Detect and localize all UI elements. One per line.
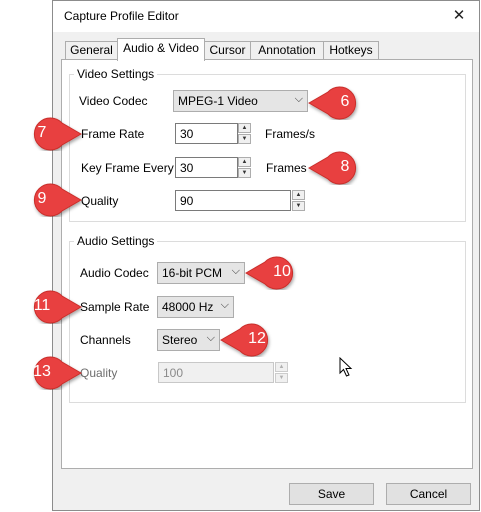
tab-strip: General Audio & Video Cursor Annotation … [61, 38, 473, 61]
key-frame-value: 30 [180, 161, 194, 175]
audio-codec-dropdown[interactable]: 16-bit PCM ⌵ [157, 262, 245, 284]
callout-10: 10 [243, 256, 307, 290]
video-codec-label: Video Codec [79, 94, 148, 108]
callout-11: 11 [20, 290, 84, 324]
tab-general[interactable]: General [65, 41, 118, 59]
callout-8: 8 [306, 151, 370, 185]
callout-number: 8 [340, 158, 350, 175]
video-quality-input[interactable]: 90 [175, 190, 291, 211]
key-frame-label: Key Frame Every [81, 161, 174, 175]
frame-rate-value: 30 [180, 127, 194, 141]
frame-rate-spinner[interactable]: ▲ ▼ [238, 123, 251, 144]
frame-rate-unit: Frames/s [265, 127, 316, 141]
channels-dropdown[interactable]: Stereo ⌵ [157, 329, 220, 351]
sample-rate-dropdown[interactable]: 48000 Hz ⌵ [157, 296, 234, 318]
spin-down-icon[interactable]: ▼ [275, 373, 288, 383]
key-frame-unit: Frames [266, 161, 307, 175]
callout-number: 10 [273, 263, 291, 280]
mouse-pointer-icon [339, 357, 353, 377]
tab-hotkeys[interactable]: Hotkeys [323, 41, 379, 59]
window-title: Capture Profile Editor [64, 9, 179, 23]
chevron-down-icon: ⌵ [220, 299, 229, 311]
callout-12: 12 [218, 323, 282, 357]
callout-13: 13 [20, 356, 84, 390]
channels-value: Stereo [162, 333, 198, 347]
spin-up-icon[interactable]: ▲ [292, 190, 305, 200]
tab-annotation[interactable]: Annotation [250, 41, 324, 59]
audio-quality-input[interactable]: 100 [158, 362, 274, 383]
video-settings-heading: Video Settings [74, 67, 158, 81]
video-quality-value: 90 [180, 194, 194, 208]
frame-rate-label: Frame Rate [81, 127, 145, 141]
callout-number: 9 [37, 190, 47, 207]
tab-cursor[interactable]: Cursor [204, 41, 251, 59]
chevron-down-icon: ⌵ [294, 93, 303, 105]
audio-codec-value: 16-bit PCM [162, 266, 223, 280]
callout-number: 12 [248, 330, 266, 347]
audio-quality-spinner[interactable]: ▲ ▼ [275, 362, 288, 383]
title-bar: Capture Profile Editor ✕ [53, 1, 479, 32]
callout-number: 6 [340, 93, 350, 110]
callout-number: 7 [37, 124, 47, 141]
video-quality-spinner[interactable]: ▲ ▼ [292, 190, 305, 211]
cancel-button[interactable]: Cancel [386, 483, 471, 505]
callout-9: 9 [20, 183, 84, 217]
callout-7: 7 [20, 117, 84, 151]
spin-up-icon[interactable]: ▲ [238, 123, 251, 133]
spin-down-icon[interactable]: ▼ [292, 201, 305, 211]
chevron-down-icon: ⌵ [206, 332, 215, 344]
audio-settings-heading: Audio Settings [74, 234, 158, 248]
close-icon[interactable]: ✕ [449, 6, 469, 26]
audio-codec-label: Audio Codec [80, 266, 149, 280]
chevron-down-icon: ⌵ [231, 265, 240, 277]
callout-6: 6 [306, 86, 370, 120]
save-button[interactable]: Save [289, 483, 374, 505]
spin-up-icon[interactable]: ▲ [275, 362, 288, 372]
sample-rate-value: 48000 Hz [162, 300, 214, 314]
spin-down-icon[interactable]: ▼ [238, 134, 251, 144]
video-quality-label: Quality [81, 194, 119, 208]
sample-rate-label: Sample Rate [80, 300, 150, 314]
callout-number: 13 [33, 363, 51, 380]
callout-number: 11 [33, 297, 51, 314]
audio-quality-label: Quality [80, 366, 118, 380]
video-codec-value: MPEG-1 Video [178, 94, 258, 108]
channels-label: Channels [80, 333, 131, 347]
key-frame-spinner[interactable]: ▲ ▼ [238, 157, 251, 178]
video-codec-dropdown[interactable]: MPEG-1 Video ⌵ [173, 90, 308, 112]
frame-rate-input[interactable]: 30 [175, 123, 238, 144]
key-frame-input[interactable]: 30 [175, 157, 238, 178]
tab-audio-video[interactable]: Audio & Video [117, 38, 205, 61]
spin-up-icon[interactable]: ▲ [238, 157, 251, 167]
spin-down-icon[interactable]: ▼ [238, 168, 251, 178]
audio-quality-value: 100 [163, 366, 184, 380]
